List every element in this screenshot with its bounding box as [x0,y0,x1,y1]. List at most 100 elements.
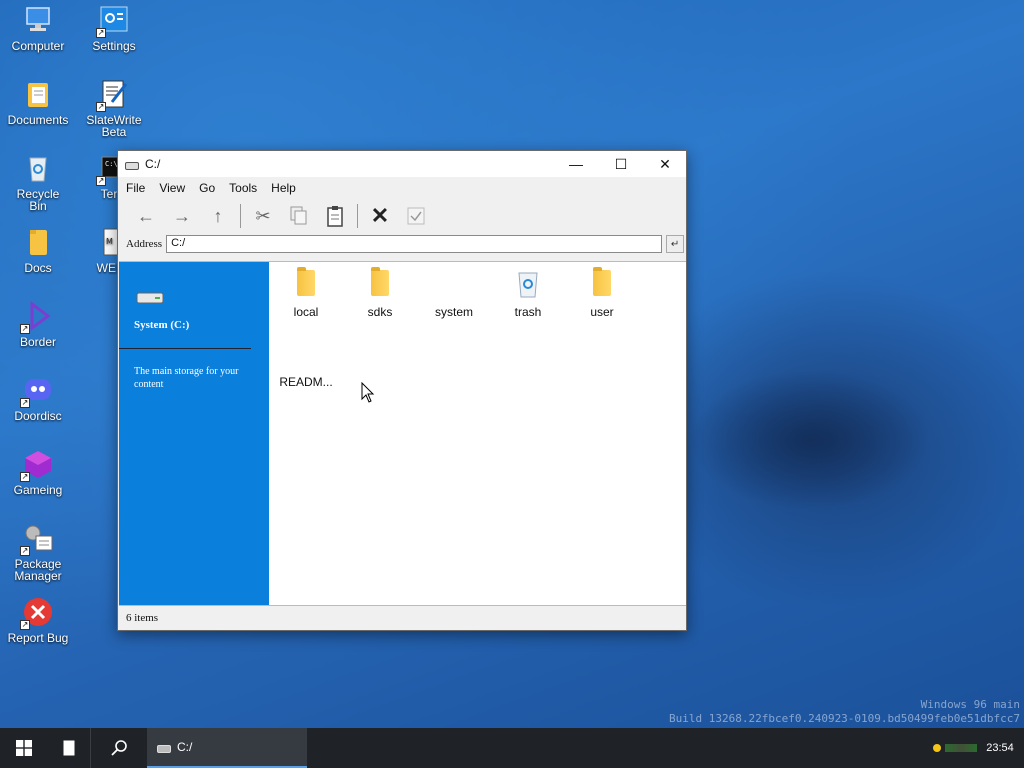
desktop-icon-doordisc[interactable]: ↗ Doordisc [0,374,76,422]
item-count: 6 items [126,612,159,624]
tray-status-icon [933,744,941,752]
file-name: trash [514,305,542,319]
desktop-icon-settings[interactable]: ↗ Settings [76,4,152,52]
toolbar-divider [357,204,358,228]
menu-file[interactable]: File [126,181,145,195]
toolbar-divider [240,204,241,228]
shortcut-arrow-icon: ↗ [20,546,30,556]
border-app-icon: ↗ [20,300,54,334]
cut-icon[interactable]: ✂ [245,201,281,231]
drive-icon [125,162,139,170]
desktop-icon-label: Gameing [13,483,63,497]
windows-logo-icon [16,740,32,756]
report-bug-icon: ↗ [20,596,54,630]
desktop-icon-documents[interactable]: Documents [0,78,76,126]
slatewrite-icon: ↗ [96,78,130,112]
paste-icon[interactable] [317,201,353,231]
watermark-line-2: Build 13268.22fbcef0.240923-0109.bd50499… [669,712,1020,725]
desktop-icon-computer[interactable]: Computer [0,4,76,52]
file-item-local[interactable]: local [269,267,343,319]
explorer-body: System (C:) The main storage for your co… [119,261,686,605]
file-list[interactable]: local sdks system trash user READM... [269,262,686,605]
taskbar-clock[interactable]: 23:54 [980,728,1020,768]
desktop-icon-label: Documents [7,113,69,127]
file-item-readme[interactable]: READM... [269,340,343,389]
drive-description: The main storage for your content [134,366,239,390]
address-label: Address [126,238,163,250]
gameing-cube-icon: ↗ [20,448,54,482]
forward-arrow-icon[interactable]: → [164,201,200,231]
package-manager-icon: ↗ [20,522,54,556]
address-input[interactable]: C:/ [166,235,663,253]
system-tray[interactable] [930,728,980,768]
shortcut-arrow-icon: ↗ [96,176,106,186]
window-title: C:/ [145,157,161,171]
desktop-icon-gameing[interactable]: ↗ Gameing [0,448,76,496]
back-arrow-icon[interactable]: ← [128,201,164,231]
folder-icon [22,226,54,258]
maximize-button[interactable]: ☐ [598,151,644,177]
recycle-bin-icon [518,272,538,298]
search-button[interactable] [91,728,147,768]
check-icon[interactable] [398,201,434,231]
address-bar: Address C:/ ↵ [118,233,686,255]
desktop-icon-border[interactable]: ↗ Border [0,300,76,348]
drive-name: System (C:) [134,319,190,331]
taskbar-task-explorer[interactable]: C:/ [147,728,307,768]
file-name: sdks [367,305,393,319]
desktop-icon-label: Docs [24,261,52,275]
copy-icon[interactable] [281,201,317,231]
task-label: C:/ [177,740,193,754]
delete-icon[interactable]: ✕ [362,201,398,231]
computer-icon [22,4,54,36]
start-button[interactable] [0,728,48,768]
go-arrow-icon[interactable]: ↵ [666,235,685,253]
taskbar-document-button[interactable] [48,728,90,768]
drive-info-panel: System (C:) The main storage for your co… [119,262,269,605]
close-button[interactable]: ✕ [642,151,688,177]
desktop-icon-recycle-bin[interactable]: Recycle Bin [0,152,76,212]
menu-tools[interactable]: Tools [229,181,257,195]
toolbar: ← → ↑ ✂ ✕ [118,199,686,233]
menu-view[interactable]: View [159,181,185,195]
tray-app-icon [945,744,977,752]
desktop-icon-label: Recycle Bin [16,187,60,213]
file-item-sdks[interactable]: sdks [343,267,417,319]
desktop-icon-label: Report Bug [7,631,69,645]
desktop-icon-report-bug[interactable]: ↗ Report Bug [0,596,76,644]
desktop-icon-label: Package Manager [14,557,62,583]
desktop-icon-slatewrite[interactable]: ↗ SlateWrite Beta [76,78,152,138]
file-name: system [434,305,473,319]
desktop-icon-docs[interactable]: Docs [0,226,76,274]
shortcut-arrow-icon: ↗ [20,398,30,408]
recycle-bin-icon [22,152,54,184]
desktop-icon-label: Doordisc [14,409,62,423]
drive-icon [157,744,171,753]
folder-icon [371,267,389,296]
file-item-trash[interactable]: trash [491,270,565,319]
folder-icon [297,267,315,296]
menu-help[interactable]: Help [271,181,296,195]
up-arrow-icon[interactable]: ↑ [200,201,236,231]
minimize-button[interactable]: — [553,151,599,177]
desktop-icon-package-manager[interactable]: ↗ Package Manager [0,522,76,582]
build-watermark: Windows 96 main Build 13268.22fbcef0.240… [669,698,1020,726]
menu-bar: File View Go Tools Help [118,177,686,199]
shortcut-arrow-icon: ↗ [96,102,106,112]
hard-drive-icon [136,292,164,304]
window-titlebar[interactable]: C:/ — ☐ ✕ [118,151,686,177]
desktop-icon-label: Settings [92,39,136,53]
svg-text:C:\: C:\ [105,160,118,168]
menu-go[interactable]: Go [199,181,215,195]
desktop-icon-label: SlateWrite Beta [86,113,142,139]
file-explorer-window[interactable]: C:/ — ☐ ✕ File View Go Tools Help ← → ↑ … [117,150,687,631]
settings-icon: ↗ [96,4,130,38]
file-item-user[interactable]: user [565,267,639,319]
file-item-system[interactable]: system [417,270,491,319]
status-bar: 6 items [119,605,686,629]
file-name: local [293,305,319,319]
taskbar: C:/ 23:54 [0,728,1024,768]
search-icon [111,740,127,756]
doordisc-icon: ↗ [20,374,54,408]
panel-divider [119,348,251,349]
